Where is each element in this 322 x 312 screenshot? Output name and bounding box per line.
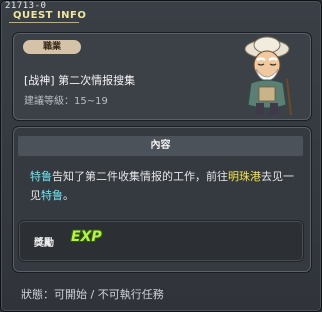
location-name-link[interactable]: 明珠港 [228, 170, 261, 183]
exp-icon: EXP [71, 229, 102, 245]
description-text: 。 [63, 189, 74, 202]
quest-summary-panel: 職業 [战神] 第二次情报搜集 建議等級：15~19 [12, 32, 312, 121]
window-title: QUEST INFO [13, 10, 87, 21]
job-badge: 職業 [23, 40, 81, 54]
content-header: 內容 [18, 136, 303, 156]
title-underline [9, 22, 79, 23]
quest-description: 特鲁告知了第二件收集情报的工作，前往明珠港去见一见特鲁。 [30, 167, 300, 205]
level-requirement: 建議等級：15~19 [24, 96, 108, 107]
quest-content-panel: 內容 特鲁告知了第二件收集情报的工作，前往明珠港去见一见特鲁。 獎勵 EXP [12, 126, 312, 273]
reward-label: 獎勵 [34, 238, 54, 249]
npc-name-link[interactable]: 特鲁 [41, 189, 63, 202]
reward-box: 獎勵 EXP [18, 220, 304, 262]
old-man-npc-icon [244, 36, 292, 116]
quest-name: [战神] 第二次情报搜集 [24, 74, 136, 87]
quest-info-window: 21713-0 QUEST INFO 職業 [战神] 第二次情报搜集 建議等級：… [0, 0, 322, 312]
quest-status: 狀態：可開始 / 不可執行任務 [21, 288, 164, 301]
description-text: 告知了第二件收集情报的工作，前往 [52, 170, 228, 183]
npc-name-link[interactable]: 特鲁 [30, 170, 52, 183]
